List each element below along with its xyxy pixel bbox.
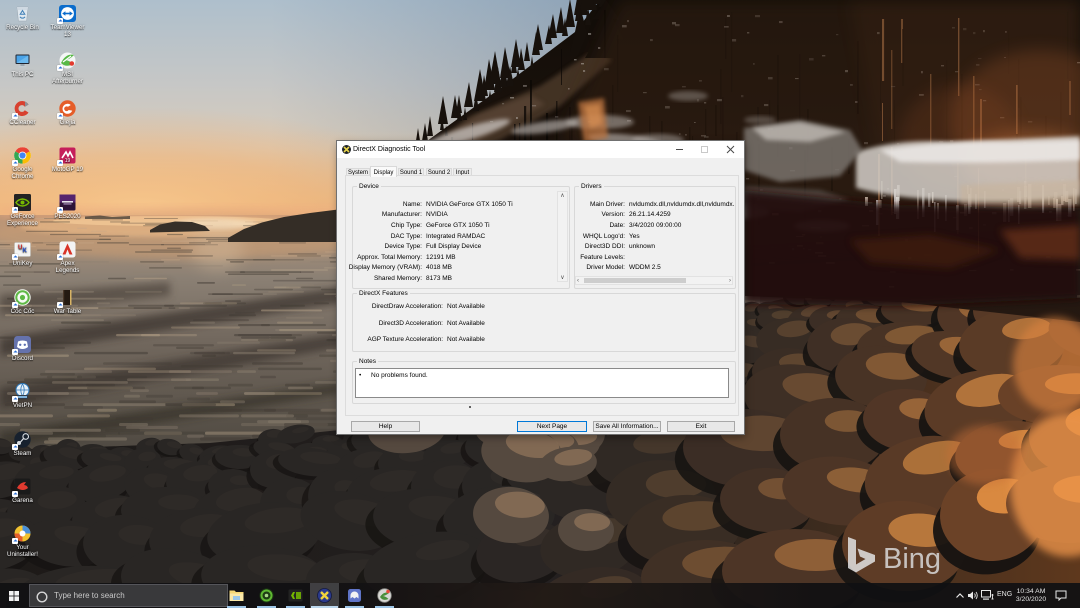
svg-text:19: 19 (65, 158, 71, 164)
svg-text:K: K (23, 248, 28, 254)
svg-text:Bing: Bing (883, 543, 941, 575)
